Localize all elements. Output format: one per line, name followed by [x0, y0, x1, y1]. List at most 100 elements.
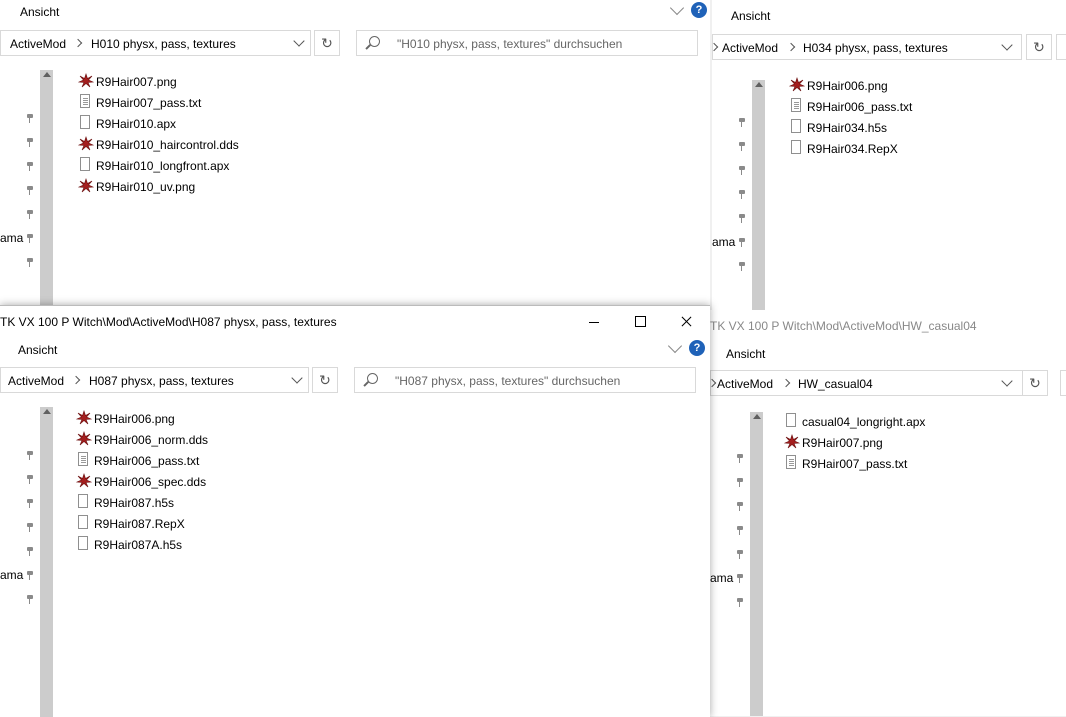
nav-scrollbar[interactable]	[40, 407, 53, 717]
pin-icon	[738, 214, 746, 223]
chevron-right-icon	[71, 375, 81, 385]
pin-icon	[736, 526, 744, 535]
search-input[interactable]	[1056, 34, 1066, 60]
file-name: R9Hair007.png	[802, 436, 883, 450]
search-icon	[367, 373, 378, 384]
file-name: R9Hair006.png	[807, 79, 888, 93]
chevron-down-icon[interactable]	[1001, 375, 1013, 387]
nav-item-label[interactable]: ama	[0, 568, 23, 582]
pin-icon	[26, 547, 34, 556]
chevron-down-icon[interactable]	[669, 0, 685, 16]
file-name: R9Hair010_longfront.apx	[96, 159, 230, 173]
breadcrumb-current-folder[interactable]: HW_casual04	[798, 377, 873, 391]
refresh-button[interactable]: ↻	[1022, 370, 1048, 396]
nav-item-label[interactable]: ama	[710, 571, 733, 585]
breadcrumb-current-folder[interactable]: H034 physx, pass, textures	[803, 41, 948, 55]
address-bar[interactable]: ActiveMod H034 physx, pass, textures	[712, 34, 1022, 60]
address-bar-row: ActiveMod H034 physx, pass, textures ↻	[712, 28, 1066, 68]
nav-scrollbar[interactable]	[750, 412, 763, 716]
scroll-up-icon[interactable]	[43, 72, 51, 77]
ribbon-tab-ansicht[interactable]: Ansicht	[20, 5, 59, 19]
explorer-window-h087: TK VX 100 P Witch\Mod\ActiveMod\H087 phy…	[0, 305, 710, 717]
search-placeholder: "H087 physx, pass, textures" durchsuchen	[395, 374, 621, 388]
nav-item-label[interactable]: ama	[712, 235, 735, 249]
breadcrumb-activemod[interactable]: ActiveMod	[717, 377, 773, 391]
maximize-button[interactable]	[617, 306, 663, 338]
file-name: R9Hair007_pass.txt	[802, 457, 908, 471]
breadcrumb-current-folder[interactable]: H087 physx, pass, textures	[89, 374, 234, 388]
image-file-icon	[784, 434, 800, 450]
pin-icon	[738, 190, 746, 199]
chevron-down-icon[interactable]	[291, 372, 303, 384]
pin-icon	[26, 138, 34, 147]
chevron-right-icon	[73, 38, 83, 48]
pin-icon	[736, 478, 744, 487]
pin-icon	[736, 598, 744, 607]
chevron-down-icon[interactable]	[293, 35, 305, 47]
refresh-button[interactable]: ↻	[1026, 34, 1052, 60]
navigation-pane: ama	[712, 72, 768, 310]
generic-file-icon	[789, 140, 805, 156]
text-file-icon	[789, 98, 805, 114]
window-title: TK VX 100 P Witch\Mod\ActiveMod\H087 phy…	[0, 315, 337, 329]
pin-icon	[26, 234, 34, 243]
search-input[interactable]: "H087 physx, pass, textures" durchsuchen	[354, 367, 696, 393]
navigation-pane: ama	[0, 62, 56, 305]
file-name: R9Hair006.png	[94, 412, 175, 426]
chevron-right-icon	[781, 378, 791, 388]
search-icon	[369, 36, 380, 47]
ribbon-tab-ansicht[interactable]: Ansicht	[18, 343, 57, 357]
scroll-up-icon[interactable]	[753, 414, 761, 419]
file-name: R9Hair010.apx	[96, 117, 177, 131]
ribbon-tab-ansicht[interactable]: Ansicht	[731, 9, 770, 23]
breadcrumb-activemod[interactable]: ActiveMod	[10, 37, 66, 51]
explorer-window-h034: Ansicht ActiveMod H034 physx, pass, text…	[712, 0, 1066, 310]
file-name: R9Hair007.png	[96, 75, 177, 89]
chevron-right-icon	[712, 42, 719, 52]
pin-icon	[26, 595, 34, 604]
chevron-down-icon[interactable]	[667, 338, 683, 354]
title-bar[interactable]: TK VX 100 P Witch\Mod\ActiveMod\H087 phy…	[0, 306, 710, 338]
help-icon[interactable]: ?	[689, 340, 705, 356]
nav-scrollbar[interactable]	[40, 70, 53, 305]
generic-file-icon	[78, 157, 94, 173]
nav-item-label[interactable]: ama	[0, 231, 23, 245]
breadcrumb-activemod[interactable]: ActiveMod	[8, 374, 64, 388]
generic-file-icon	[78, 115, 94, 131]
search-input[interactable]: "H010 physx, pass, textures" durchsuchen	[356, 30, 698, 56]
pin-icon	[738, 238, 746, 247]
address-bar[interactable]: ActiveMod HW_casual04	[710, 370, 1024, 396]
ribbon-tab-ansicht[interactable]: Ansicht	[726, 347, 765, 361]
text-file-icon	[784, 455, 800, 471]
pin-icon	[736, 550, 744, 559]
scroll-up-icon[interactable]	[43, 409, 51, 414]
navigation-pane: ama	[0, 399, 56, 717]
file-name: R9Hair087.RepX	[94, 517, 185, 531]
pin-icon	[26, 258, 34, 267]
breadcrumb-activemod[interactable]: ActiveMod	[722, 41, 778, 55]
refresh-button[interactable]: ↻	[314, 30, 340, 56]
file-name: R9Hair087A.h5s	[94, 538, 183, 552]
address-bar[interactable]: ActiveMod H087 physx, pass, textures	[0, 367, 309, 393]
file-name: casual04_longright.apx	[802, 415, 926, 429]
address-bar[interactable]: ActiveMod H010 physx, pass, textures	[0, 30, 311, 56]
image-file-icon	[78, 178, 94, 194]
nav-scrollbar[interactable]	[752, 80, 765, 310]
breadcrumb-current-folder[interactable]: H010 physx, pass, textures	[91, 37, 236, 51]
pin-icon	[738, 262, 746, 271]
ribbon: Ansicht ?	[0, 0, 710, 24]
refresh-button[interactable]: ↻	[312, 367, 338, 393]
scroll-up-icon[interactable]	[755, 82, 763, 87]
pin-icon	[26, 162, 34, 171]
explorer-window-hw-casual04: TK VX 100 P Witch\Mod\ActiveMod\HW_casua…	[710, 310, 1066, 716]
text-file-icon	[78, 94, 94, 110]
pin-icon	[26, 451, 34, 460]
close-button[interactable]	[663, 306, 709, 338]
chevron-down-icon[interactable]	[1001, 39, 1013, 51]
file-name: R9Hair007_pass.txt	[96, 96, 202, 110]
address-bar-row: ActiveMod H010 physx, pass, textures ↻ "…	[0, 24, 710, 64]
help-icon[interactable]: ?	[691, 2, 707, 18]
search-input[interactable]	[1060, 370, 1066, 396]
file-name: R9Hair010_uv.png	[96, 180, 196, 194]
minimize-button[interactable]	[571, 306, 617, 338]
